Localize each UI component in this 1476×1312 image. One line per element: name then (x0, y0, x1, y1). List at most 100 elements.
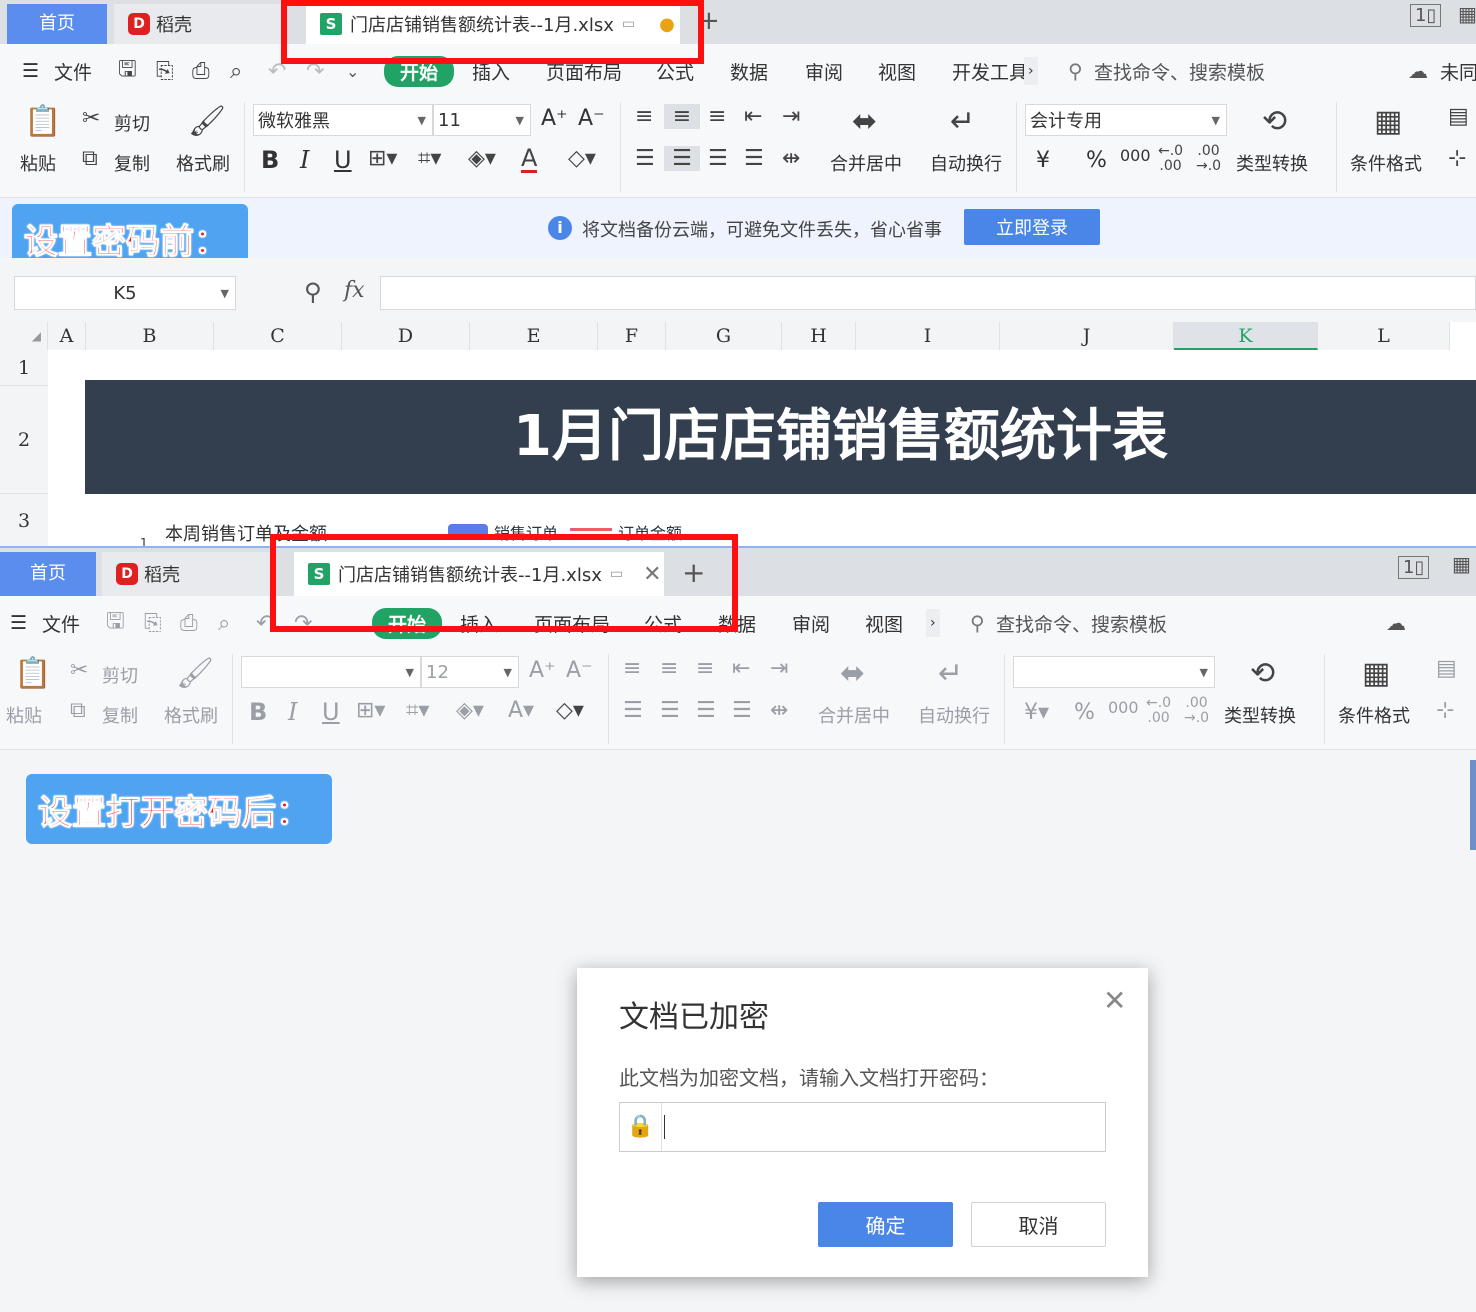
top-type-convert-button[interactable]: 类型转换 (1236, 150, 1308, 176)
format-painter-icon[interactable]: 🖌 (176, 656, 214, 691)
row-header[interactable]: 1 (0, 350, 48, 386)
column-header[interactable]: A (48, 322, 86, 350)
print-preview-icon[interactable]: ⌕ (230, 59, 242, 84)
border-icon[interactable]: ⊞▾ (356, 698, 385, 723)
bottom-number-format-select[interactable]: ▼ (1013, 656, 1215, 688)
column-header[interactable]: I (856, 322, 1000, 350)
bottom-tab-home[interactable]: 首页 (0, 552, 96, 596)
zoom-icon[interactable]: ⚲ (304, 278, 322, 306)
bold-icon[interactable]: B (249, 698, 267, 726)
type-convert-icon[interactable]: ⟲ (1250, 656, 1275, 691)
increase-decimal-icon[interactable]: ←.0.00 (1146, 696, 1171, 726)
export-icon[interactable]: ⎘ (144, 611, 162, 636)
align-top-icon[interactable]: ≡ (635, 104, 653, 129)
row-header[interactable]: 2 (0, 386, 48, 494)
table-style-icon[interactable]: ▤ (1448, 104, 1469, 129)
distribute-icon[interactable]: ⇹ (782, 146, 800, 171)
column-header[interactable]: C (214, 322, 342, 350)
align-center-icon[interactable]: ☰ (664, 146, 700, 171)
top-menu-data[interactable]: 数据 (730, 58, 768, 85)
column-header[interactable]: L (1318, 322, 1450, 350)
currency-button[interactable]: ¥ (1036, 148, 1050, 173)
font-color-button[interactable]: A (521, 146, 538, 173)
align-left-icon[interactable]: ☰ (623, 698, 643, 723)
top-font-size-select[interactable]: 11 ▼ (433, 104, 531, 136)
merge-center-icon[interactable]: ⬌ (852, 104, 877, 139)
fill-color-icon[interactable]: ◈▾ (468, 146, 496, 171)
bottom-font-name-select[interactable]: ▼ (241, 656, 421, 688)
side-scroll-indicator[interactable] (1470, 760, 1476, 850)
currency-icon[interactable]: ¥▾ (1024, 700, 1049, 725)
grid-view-icon[interactable]: ▦ (1458, 2, 1476, 26)
align-right-icon[interactable]: ☰ (708, 146, 728, 171)
bottom-format-painter-button[interactable]: 格式刷 (164, 702, 218, 728)
increase-indent-icon[interactable]: ⇥ (770, 656, 788, 681)
fill-color-icon[interactable]: ◈▾ (456, 698, 484, 723)
column-header[interactable]: D (342, 322, 470, 350)
distribute-icon[interactable]: ⇹ (770, 698, 788, 723)
top-menu-file[interactable]: 文件 (54, 58, 92, 85)
cloud-sync-icon[interactable]: ☁ (1408, 59, 1428, 83)
column-header[interactable]: H (782, 322, 856, 350)
align-top-icon[interactable]: ≡ (623, 656, 641, 681)
column-header[interactable]: G (666, 322, 782, 350)
top-paste-button[interactable]: 粘贴 (20, 150, 56, 176)
decrease-font-icon[interactable]: A⁻ (566, 658, 593, 683)
underline-icon[interactable]: U (322, 698, 340, 726)
select-all-corner[interactable]: ◢ (0, 322, 48, 350)
bottom-tab-daoke[interactable]: D 稻壳 (102, 552, 272, 596)
clear-icon[interactable]: ◇▾ (568, 146, 596, 171)
bottom-cut-button[interactable]: 剪切 (102, 662, 138, 688)
merge-center-icon[interactable]: ⬌ (840, 656, 865, 691)
page-layout-icon[interactable]: 1▯ (1398, 556, 1430, 579)
conditional-format-icon[interactable]: ▦ (1374, 104, 1402, 139)
underline-button[interactable]: U (334, 146, 352, 174)
wrap-text-icon[interactable]: ↵ (950, 104, 975, 139)
cancel-button[interactable]: 取消 (971, 1202, 1106, 1247)
column-header-selected[interactable]: K (1174, 322, 1318, 350)
top-menu-review[interactable]: 审阅 (805, 58, 843, 85)
decrease-decimal-icon[interactable]: .00 →.0 (1196, 144, 1221, 174)
decrease-indent-icon[interactable]: ⇤ (744, 104, 762, 129)
hamburger-icon[interactable]: ☰ (22, 60, 39, 82)
align-bottom-icon[interactable]: ≡ (696, 656, 714, 681)
decrease-decimal-icon[interactable]: .00 →.0 (1184, 696, 1209, 726)
top-wrap-text-button[interactable]: 自动换行 (930, 150, 1002, 176)
column-header[interactable]: J (1000, 322, 1174, 350)
increase-font-button[interactable]: A⁺ (541, 106, 568, 131)
percent-button[interactable]: % (1086, 148, 1107, 173)
border-icon[interactable]: ⊞▾ (368, 146, 397, 171)
increase-font-icon[interactable]: A⁺ (529, 658, 556, 683)
hamburger-icon[interactable]: ☰ (10, 612, 27, 634)
search-icon[interactable]: ⚲ (970, 611, 985, 635)
top-tab-home[interactable]: 首页 (7, 4, 107, 44)
align-middle-icon[interactable]: ≡ (660, 656, 678, 681)
increase-decimal-icon[interactable]: ←.0.00 (1158, 144, 1183, 174)
font-color-icon[interactable]: A▾ (508, 698, 534, 723)
cell-style-icon[interactable]: ⌗▾ (418, 146, 441, 171)
italic-button[interactable]: I (300, 146, 309, 174)
justify-icon[interactable]: ☰ (732, 698, 752, 723)
save-icon[interactable]: 🖫 (106, 604, 125, 642)
bottom-menu-more[interactable]: › (926, 609, 940, 637)
copy-icon[interactable]: ⧉ (82, 146, 98, 171)
column-header[interactable]: E (470, 322, 598, 350)
quick-access-dropdown-icon[interactable]: ⌄ (346, 62, 359, 81)
print-icon[interactable]: ⎙ (180, 611, 198, 636)
bottom-menu-file[interactable]: 文件 (42, 610, 80, 637)
print-preview-icon[interactable]: ⌕ (218, 611, 230, 636)
top-menu-dev[interactable]: 开发工具 (952, 58, 1028, 85)
password-input[interactable]: 🔒 (619, 1102, 1106, 1152)
bottom-menu-review[interactable]: 审阅 (792, 610, 830, 637)
bottom-font-size-select[interactable]: 12 ▼ (421, 656, 519, 688)
decrease-font-button[interactable]: A⁻ (578, 106, 605, 131)
top-cond-format-button[interactable]: 条件格式 (1350, 150, 1422, 176)
row-header[interactable]: 3 (0, 494, 48, 548)
grid-view-icon[interactable]: ▦ (1452, 552, 1471, 576)
bottom-paste-button[interactable]: 粘贴 (6, 702, 42, 728)
column-header[interactable]: B (86, 322, 214, 350)
page-layout-icon[interactable]: 1▯ (1410, 4, 1442, 27)
cloud-sync-icon[interactable]: ☁ (1386, 611, 1406, 635)
clear-icon[interactable]: ◇▾ (556, 698, 584, 723)
table-style-icon[interactable]: ▤ (1436, 656, 1457, 681)
